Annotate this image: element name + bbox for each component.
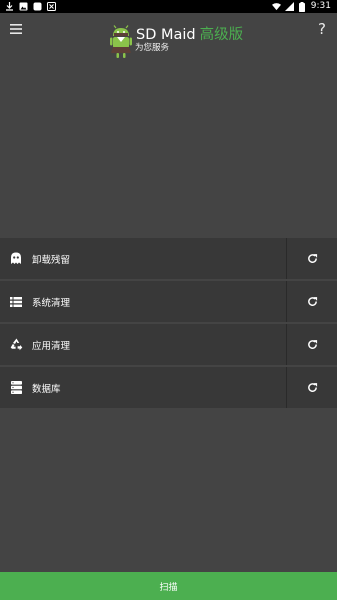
download-icon <box>5 2 14 11</box>
refresh-icon <box>307 335 318 354</box>
refresh-button-appcleaner[interactable] <box>286 324 337 365</box>
app-title: SD Maid <box>136 27 196 43</box>
ghost-icon <box>9 252 23 266</box>
tool-systemcleaner[interactable]: 系统清理 <box>0 281 286 322</box>
help-button[interactable]: ? <box>313 19 331 39</box>
app-header: SD Maid 高级版 为您服务 ? <box>0 13 337 63</box>
refresh-button-databases[interactable] <box>286 367 337 408</box>
status-right-icons: 9:31 <box>271 0 337 13</box>
app-subtitle: 为您服务 <box>135 43 170 53</box>
app-brand: SD Maid 高级版 为您服务 <box>110 25 243 59</box>
pro-badge: 高级版 <box>199 27 244 43</box>
scan-label: 扫描 <box>159 582 178 593</box>
status-left-icons <box>0 2 56 11</box>
refresh-icon <box>307 378 318 397</box>
clock: 9:31 <box>310 1 331 11</box>
tool-row-corpsefinder: 卸载残留 <box>0 238 337 279</box>
scan-button[interactable]: 扫描 <box>0 572 337 600</box>
tool-label: 系统清理 <box>32 297 71 309</box>
signal-icon <box>284 2 294 11</box>
battery-icon <box>298 1 307 12</box>
tool-label: 应用清理 <box>32 340 71 352</box>
refresh-icon <box>307 249 318 268</box>
refresh-icon <box>307 292 318 311</box>
image-icon <box>19 2 28 11</box>
recycle-icon <box>9 338 23 352</box>
refresh-button-corpsefinder[interactable] <box>286 238 337 279</box>
tool-label: 卸载残留 <box>32 254 71 266</box>
hamburger-menu-icon[interactable] <box>6 21 26 37</box>
notification-icon <box>47 2 56 11</box>
tool-row-databases: 数据库 <box>0 367 337 408</box>
tool-list: 卸载残留 系统清理 应用清理 数据库 <box>0 238 337 410</box>
tool-row-systemcleaner: 系统清理 <box>0 281 337 322</box>
sd-maid-logo <box>110 25 132 59</box>
brand-text: SD Maid 高级版 为您服务 <box>135 25 243 54</box>
title-row: SD Maid 高级版 <box>136 27 243 44</box>
tool-row-appcleaner: 应用清理 <box>0 324 337 365</box>
refresh-button-systemcleaner[interactable] <box>286 281 337 322</box>
tool-databases[interactable]: 数据库 <box>0 367 286 408</box>
tool-appcleaner[interactable]: 应用清理 <box>0 324 286 365</box>
tool-label: 数据库 <box>32 383 61 395</box>
tool-corpsefinder[interactable]: 卸载残留 <box>0 238 286 279</box>
list-icon <box>9 295 23 309</box>
wifi-icon <box>271 2 281 11</box>
database-icon <box>9 381 23 395</box>
app-icon <box>33 2 42 11</box>
status-bar: 9:31 <box>0 0 337 13</box>
